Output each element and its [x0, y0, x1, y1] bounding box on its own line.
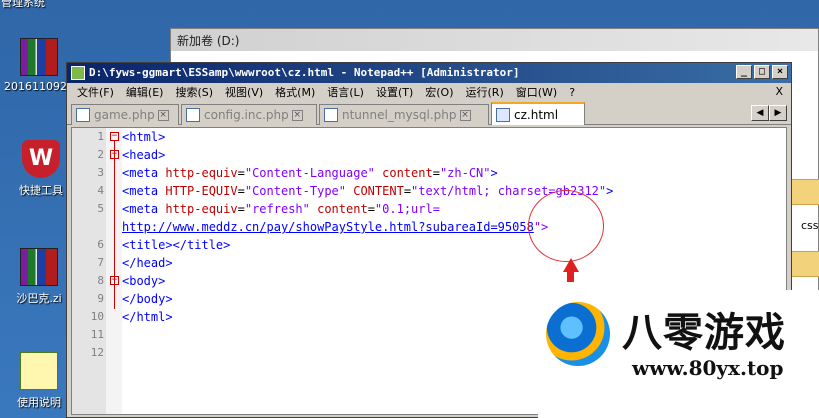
- folder-label: css: [801, 219, 819, 232]
- menu-settings[interactable]: 设置(T): [370, 84, 419, 100]
- line-number: 7: [97, 256, 104, 269]
- code-text: <meta HTTP-EQUIV="Content-Type" CONTENT=…: [122, 184, 614, 198]
- tab-cz-html[interactable]: cz.html: [491, 102, 585, 125]
- line-number: 2: [97, 148, 104, 161]
- code-line: 7 </head>: [72, 254, 786, 272]
- desktop-icon-label: 201611092...: [4, 80, 78, 93]
- code-line: 1 − <html>: [72, 128, 786, 146]
- line-number: 11: [90, 328, 104, 341]
- line-number: 8: [97, 274, 104, 287]
- watermark-url: www.80yx.top: [632, 356, 784, 380]
- tab-label: cz.html: [514, 107, 559, 122]
- line-number: 10: [90, 310, 104, 323]
- menu-edit[interactable]: 编辑(E): [120, 84, 170, 100]
- url-link[interactable]: http://www.meddz.cn/pay/showPayStyle.htm…: [122, 220, 534, 234]
- code-text: </html>: [122, 310, 173, 324]
- menu-run[interactable]: 运行(R): [460, 84, 510, 100]
- line-number: 12: [90, 346, 104, 359]
- menu-search[interactable]: 搜索(S): [169, 84, 219, 100]
- file-icon: [496, 107, 510, 122]
- code-line: 3 <meta http-equiv="Content-Language" co…: [72, 164, 786, 182]
- tab-scroll-left-button[interactable]: ◀: [751, 105, 769, 121]
- winrar-icon: [20, 38, 58, 76]
- desktop-icon-management[interactable]: 管理系统: [0, 0, 58, 10]
- annotation-circle: [528, 190, 604, 262]
- watermark: 八零游戏 www.80yx.top: [538, 290, 819, 418]
- tab-close-icon[interactable]: ×: [459, 109, 471, 121]
- code-text: <html>: [122, 130, 166, 144]
- tab-label: game.php: [94, 108, 155, 122]
- menu-file[interactable]: 文件(F): [71, 84, 120, 100]
- tab-close-icon[interactable]: ×: [291, 109, 303, 121]
- maximize-button[interactable]: □: [754, 65, 770, 79]
- desktop-icon-zip[interactable]: 沙巴克.zi: [4, 248, 74, 306]
- desktop-icon-readme[interactable]: 使用说明: [4, 352, 74, 410]
- code-text: http://www.meddz.cn/pay/showPayStyle.htm…: [122, 220, 549, 234]
- line-number: 4: [97, 184, 104, 197]
- code-text: <title></title>: [122, 238, 231, 252]
- tab-label: config.inc.php: [204, 108, 289, 122]
- close-button[interactable]: ×: [772, 65, 788, 79]
- menubar: 文件(F) 编辑(E) 搜索(S) 视图(V) 格式(M) 语言(L) 设置(T…: [67, 83, 791, 101]
- explorer-title: 新加卷 (D:): [171, 29, 818, 51]
- tab-config-inc-php[interactable]: config.inc.php ×: [181, 104, 317, 125]
- file-icon: [76, 108, 90, 122]
- menu-close-doc-button[interactable]: X: [775, 85, 783, 98]
- fold-collapse-icon[interactable]: −: [110, 132, 119, 141]
- watermark-logo-icon: [546, 302, 610, 366]
- menu-help[interactable]: ?: [563, 86, 581, 99]
- menu-macro[interactable]: 宏(O): [419, 84, 459, 100]
- line-number: 9: [97, 292, 104, 305]
- code-text: <meta http-equiv="refresh" content="0.1;…: [122, 202, 440, 216]
- tab-scroll-right-button[interactable]: ▶: [769, 105, 787, 121]
- tab-bar: game.php × config.inc.php × ntunnel_mysq…: [67, 101, 791, 125]
- menu-window[interactable]: 窗口(W): [510, 84, 563, 100]
- line-number: 5: [97, 202, 104, 215]
- annotation-arrow-stem: [567, 270, 574, 282]
- file-icon: [186, 108, 200, 122]
- fold-collapse-icon[interactable]: −: [110, 276, 119, 285]
- code-line: 5 <meta http-equiv="refresh" content="0.…: [72, 200, 786, 218]
- code-line: 8 − <body>: [72, 272, 786, 290]
- code-line: 4 <meta HTTP-EQUIV="Content-Type" CONTEN…: [72, 182, 786, 200]
- desktop-icon-label: 管理系统: [1, 0, 45, 9]
- file-icon: [324, 108, 338, 122]
- tab-game-php[interactable]: game.php ×: [71, 104, 179, 125]
- desktop-icon-label: 使用说明: [17, 396, 61, 409]
- code-text: <body>: [122, 274, 166, 288]
- winrar-icon: [20, 248, 58, 286]
- npp-titlebar[interactable]: D:\fyws-ggmart\ESSamp\wwwroot\cz.html - …: [67, 63, 791, 83]
- notepad-icon: [20, 352, 58, 390]
- tab-close-icon[interactable]: ×: [157, 109, 169, 121]
- line-number: 1: [97, 130, 104, 143]
- line-number: 6: [97, 238, 104, 251]
- minimize-button[interactable]: _: [736, 65, 752, 79]
- menu-view[interactable]: 视图(V): [219, 84, 269, 100]
- code-line: 6 <title></title>: [72, 236, 786, 254]
- desktop-icon-archive[interactable]: 201611092...: [4, 38, 78, 93]
- menu-language[interactable]: 语言(L): [321, 84, 370, 100]
- code-text: <meta http-equiv="Content-Language" cont…: [122, 166, 498, 180]
- tab-ntunnel-mysql-php[interactable]: ntunnel_mysql.php ×: [319, 104, 489, 125]
- watermark-name: 八零游戏: [622, 310, 786, 356]
- tab-label: ntunnel_mysql.php: [342, 108, 457, 122]
- code-text: <head>: [122, 148, 166, 162]
- fold-collapse-icon[interactable]: −: [110, 150, 119, 159]
- code-text: </body>: [122, 292, 173, 306]
- code-line: 2 − <head>: [72, 146, 786, 164]
- menu-format[interactable]: 格式(M): [269, 84, 321, 100]
- line-number: 3: [97, 166, 104, 179]
- shield-icon: W: [22, 140, 60, 178]
- window-title: D:\fyws-ggmart\ESSamp\wwwroot\cz.html - …: [89, 66, 520, 79]
- notepadpp-icon: [71, 66, 85, 80]
- code-text: </head>: [122, 256, 173, 270]
- desktop-icon-label: 沙巴克.zi: [16, 292, 62, 305]
- code-line: http://www.meddz.cn/pay/showPayStyle.htm…: [72, 218, 786, 236]
